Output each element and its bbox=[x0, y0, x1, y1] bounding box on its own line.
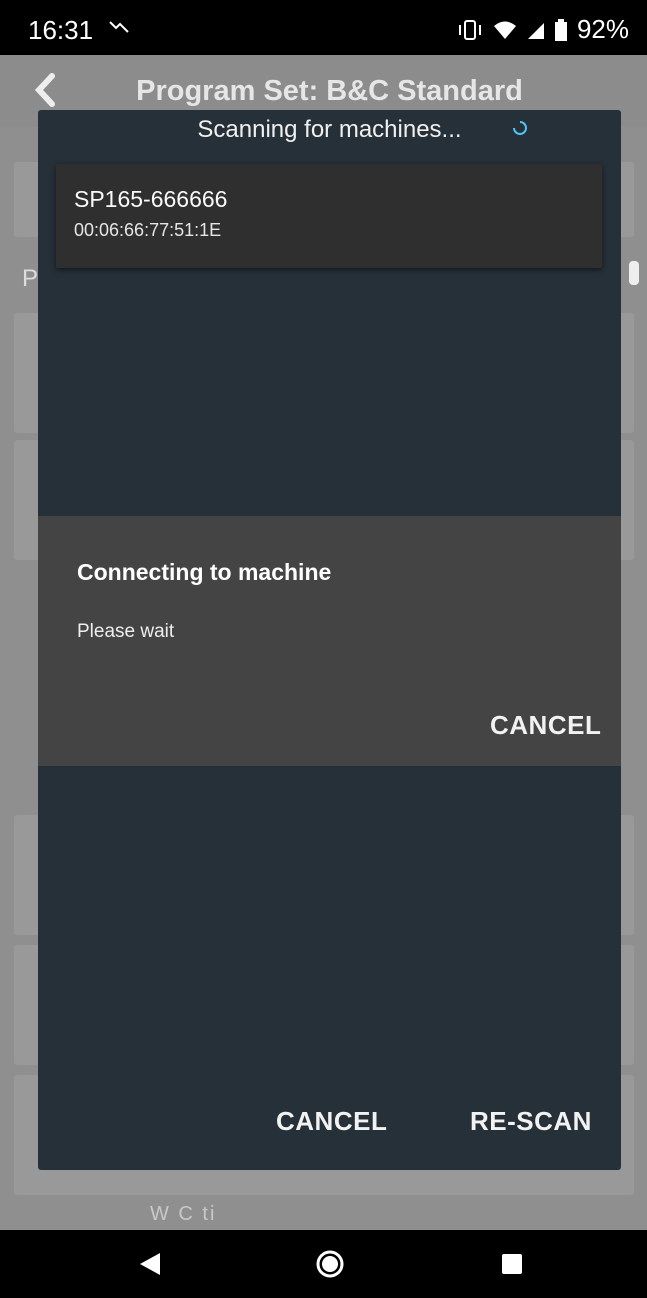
vibrate-icon bbox=[457, 19, 483, 41]
connecting-dialog-title: Connecting to machine bbox=[77, 559, 332, 585]
trending-icon bbox=[108, 14, 130, 42]
back-triangle-icon[interactable] bbox=[110, 1230, 190, 1298]
scan-dialog-actions: CANCEL RE-SCAN bbox=[38, 1090, 621, 1170]
status-time: 16:31 bbox=[28, 15, 94, 45]
scan-cancel-button[interactable]: CANCEL bbox=[276, 1106, 387, 1137]
wifi-icon bbox=[493, 20, 517, 40]
signal-icon bbox=[527, 20, 545, 40]
background-bottom-text: W C ti bbox=[150, 1203, 217, 1225]
connect-cancel-button[interactable]: CANCEL bbox=[490, 710, 601, 741]
page-title: Program Set: B&C Standard bbox=[136, 75, 523, 107]
home-circle-icon[interactable] bbox=[290, 1230, 370, 1298]
device-mac-address: 00:06:66:77:51:1E bbox=[74, 220, 222, 240]
scan-dialog-header: Scanning for machines... bbox=[197, 116, 462, 143]
background-toggle bbox=[629, 261, 639, 285]
device-list-item[interactable]: SP165-666666 00:06:66:77:51:1E bbox=[56, 164, 602, 268]
navigation-bar bbox=[0, 1230, 647, 1298]
connecting-dialog-message: Please wait bbox=[77, 621, 175, 642]
rescan-button[interactable]: RE-SCAN bbox=[470, 1106, 592, 1137]
loading-spinner-icon bbox=[512, 120, 528, 141]
recents-square-icon[interactable] bbox=[472, 1230, 552, 1298]
status-bar: 16:31 92% bbox=[0, 0, 647, 55]
battery-icon bbox=[554, 18, 567, 41]
battery-percent: 92% bbox=[576, 14, 629, 44]
connecting-dialog: Connecting to machine Please wait CANCEL bbox=[38, 516, 621, 766]
device-name: SP165-666666 bbox=[74, 186, 228, 212]
background-row-letter: P bbox=[22, 265, 39, 292]
status-icons: 92% bbox=[457, 14, 629, 45]
